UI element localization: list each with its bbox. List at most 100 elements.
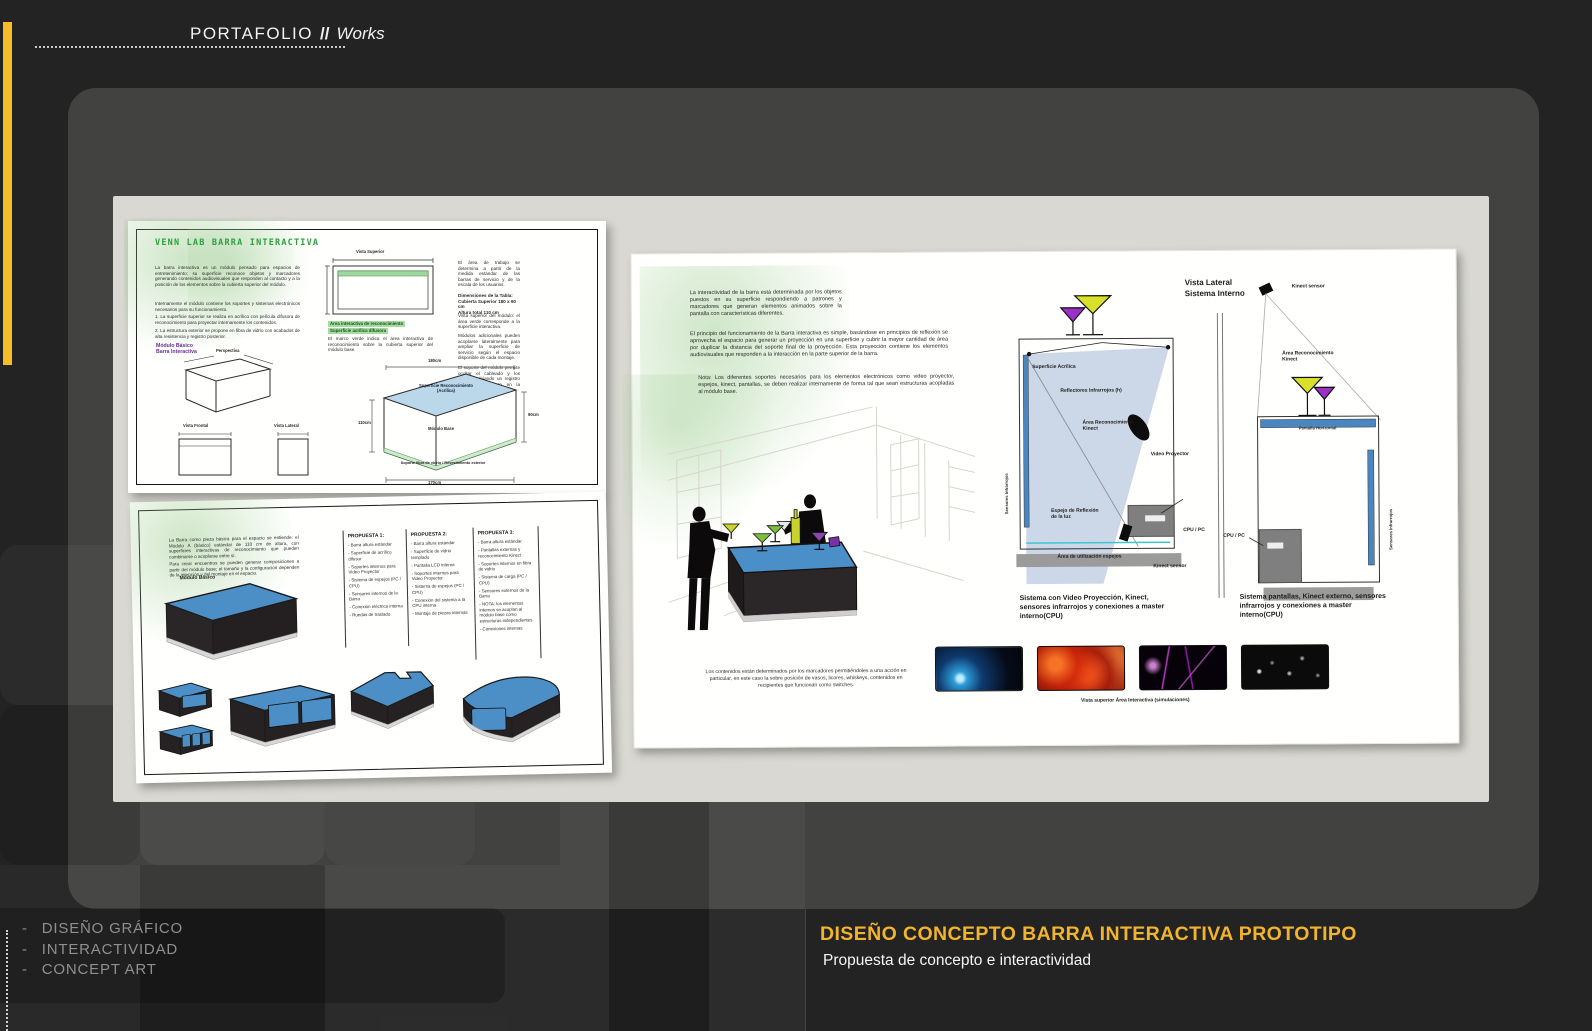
doc1-top-view-drawing [323, 256, 440, 319]
footer-dotted-rail [6, 930, 8, 1031]
d1-cpu-label: CPU / PC [1183, 527, 1205, 533]
doc1-right-paragraph: Módulos adicionales pueden acoplarse lat… [458, 333, 520, 361]
simulation-thumb-flames[interactable] [1037, 646, 1125, 692]
dash: - [22, 941, 28, 958]
simulation-thumb-particles[interactable] [1241, 644, 1329, 690]
d1-reflectores-label: Reflectores Infrarrojos (h) [1060, 388, 1121, 394]
doc1-highlight-1: Área interactiva de reconocimiento [328, 321, 405, 327]
doc2-module-curved [455, 669, 567, 745]
doc2-column-item: - Montaje de piezas internas [412, 610, 468, 617]
doc1-bigbox-surface-label: Superficie Reconocimiento (Acrílica) [414, 384, 478, 394]
doc2-page[interactable]: La Barra como pieza básica para el espac… [130, 492, 612, 784]
doc2-paragraph: La Barra como pieza básica para el espac… [169, 535, 299, 560]
doc2-column: PROPUESTA 1: - Barra altura estándar - S… [348, 532, 404, 620]
doc3-page[interactable]: La interactividad de la barra está deter… [630, 248, 1459, 748]
doc1-dim-right: 90cm [528, 413, 539, 418]
service-label: DISEÑO GRÁFICO [42, 920, 183, 937]
doc2-column-item: - Ruedas de traslado [349, 611, 403, 618]
doc2-column-item: - Barra altura estándar [348, 541, 402, 548]
doc1-right-paragraph: El área de trabajo se determina a partir… [458, 260, 520, 288]
doc1-dim-top: 180cm [428, 359, 441, 364]
doc2-column-item: - Barra altura estándar [478, 538, 534, 545]
doc2-column-item: - Sensores internos de la Barra [349, 590, 403, 602]
doc2-column-item: - NOTA: los elementos internos se acopla… [479, 600, 535, 623]
service-label: INTERACTIVIDAD [42, 941, 178, 958]
doc2-column-item: - Barra altura estándar [411, 540, 467, 547]
thumbs-caption: Vista superior Área Interactiva (simulac… [1015, 697, 1255, 704]
doc3-markers-caption: Los contenidos están determinados por lo… [700, 668, 912, 690]
service-label: CONCEPT ART [42, 961, 157, 978]
list-item: - INTERACTIVIDAD [22, 941, 183, 958]
d1-superficie-label: Superficie Acrílica [1032, 364, 1075, 370]
doc2-column-rule [343, 531, 347, 648]
d1-proyector-label: Video Proyector [1151, 451, 1189, 457]
doc2-column-item: - Soportes internos en fibra de vidrio [478, 560, 534, 572]
doc2-module-wide [222, 681, 341, 750]
doc2-column-header: PROPUESTA 2: [411, 531, 467, 538]
doc2-column-item: - Conexión del sistema a la CPU interna [412, 596, 468, 608]
doc2-module-small [153, 679, 216, 720]
services-list: - DISEÑO GRÁFICO - INTERACTIVIDAD - CONC… [22, 920, 183, 982]
doc1-dim-left: 110cm [358, 421, 371, 426]
doc2-column-item: - Sistema de espejos (PC / CPU) [412, 583, 468, 595]
header-dotted-rule [35, 46, 345, 48]
doc2-column: PROPUESTA 3: - Barra altura estándar - P… [478, 529, 536, 634]
doc1-right-paragraph: Vista superior del módulo: el área verde… [458, 313, 520, 330]
doc2-column-item: - Pantallas externas y reconocimiento Ki… [478, 546, 534, 558]
doc2-module-triple [154, 722, 217, 757]
doc1-paragraph: 2. La estructura exterior se propone en … [155, 328, 300, 339]
list-item: - CONCEPT ART [22, 961, 183, 978]
doc2-column-item: - Conexión eléctrica interna [349, 603, 403, 610]
d1-caption: Sistema con Video Proyección, Kinect, se… [1020, 593, 1178, 621]
d2-sensores-label: Sensores Infrarrojos [1389, 509, 1394, 550]
d2-kinect-label: Kinect sensor [1292, 283, 1325, 289]
doc1-bigbox-base-label: Módulo Base [428, 427, 454, 432]
doc1-highlight-2: Superficie acrílica difusora [328, 328, 388, 334]
section-label: Works [336, 24, 384, 43]
d1-espejo-label: Espejo de Reflexión de la luz [1051, 508, 1099, 520]
doc1-bigbox-strip-label: Soporte fibra de vidrio / Revestimiento … [383, 461, 503, 465]
doc3-note: Nota: Los diferentes soportes necesarios… [698, 374, 954, 397]
doc1-paragraph: La barra interactiva es un módulo pensad… [155, 265, 300, 287]
doc2-column-rule [538, 526, 542, 658]
doc2-column-header: PROPUESTA 1: [348, 532, 402, 539]
doc2-column-item: - Sistema de carga (PC / CPU) [479, 573, 535, 585]
project-subtitle: Propuesta de concepto e interactividad [823, 952, 1091, 970]
d2-cpu-label: CPU / PC [1223, 533, 1245, 539]
doc1-side-label: Vista Lateral [274, 424, 299, 429]
doc3-paragraph: La interactividad de la barra está deter… [690, 289, 842, 318]
doc1-note: El marco verde indica el área interactiv… [328, 336, 433, 353]
d2-pantalla-label: Pantalla Horizontal [1286, 426, 1350, 431]
list-item: - DISEÑO GRÁFICO [22, 920, 183, 937]
d1-kinect-label: Kinect sensor [1153, 563, 1186, 569]
footer-divider-line [805, 909, 806, 1031]
doc2-column-item: - Conexiones internas [480, 625, 536, 632]
doc2-column-item: - Superficie de vidrio templado [411, 548, 467, 560]
simulation-thumb-streaks[interactable] [1139, 645, 1227, 691]
doc2-column-header: PROPUESTA 3: [478, 529, 534, 536]
doc3-system-diagrams [992, 275, 1404, 612]
doc2-main-module [150, 576, 307, 663]
doc1-front-view-drawing [176, 431, 234, 479]
doc1-front-label: Vista Frontal [183, 424, 208, 429]
doc2-column-item: - Sistema de espejos (PC / CPU) [349, 576, 403, 588]
doc2-column-rule [406, 529, 410, 646]
doc3-paragraph: El principio del funcionamiento de la Ba… [690, 330, 948, 360]
dash: - [22, 961, 28, 978]
doc2-column-item: - Sensores externos de la Barra [479, 587, 535, 599]
doc1-paragraph: 1. La superficie superior se realiza en … [155, 314, 300, 325]
doc1-page[interactable]: VENN LAB BARRA INTERACTIVA La barra inte… [128, 221, 606, 493]
artwork-board: VENN LAB BARRA INTERACTIVA La barra inte… [113, 196, 1489, 802]
d1-area-espejos-label: Área de utilización espejos [1057, 554, 1121, 560]
d2-area-label: Área Reconocimiento Kinect [1282, 350, 1333, 362]
doc2-column-item: - Soportes internos para Video Proyector [411, 569, 467, 581]
doc2-column-rule [473, 528, 477, 660]
accent-bar [3, 22, 12, 365]
doc3-bar-scene [662, 400, 979, 652]
doc1-dim-bottom: 170cm [428, 481, 441, 486]
d1-area-label: Área Reconocimiento Kinect [1083, 419, 1134, 431]
portfolio-page: PORTAFOLIO//Works VENN LAB BARRA INTERAC… [0, 0, 1592, 1031]
simulation-thumb-orb[interactable] [935, 646, 1023, 692]
breadcrumb: PORTAFOLIO//Works [190, 24, 385, 44]
doc2-column: PROPUESTA 2: - Barra altura estándar - S… [411, 531, 469, 619]
